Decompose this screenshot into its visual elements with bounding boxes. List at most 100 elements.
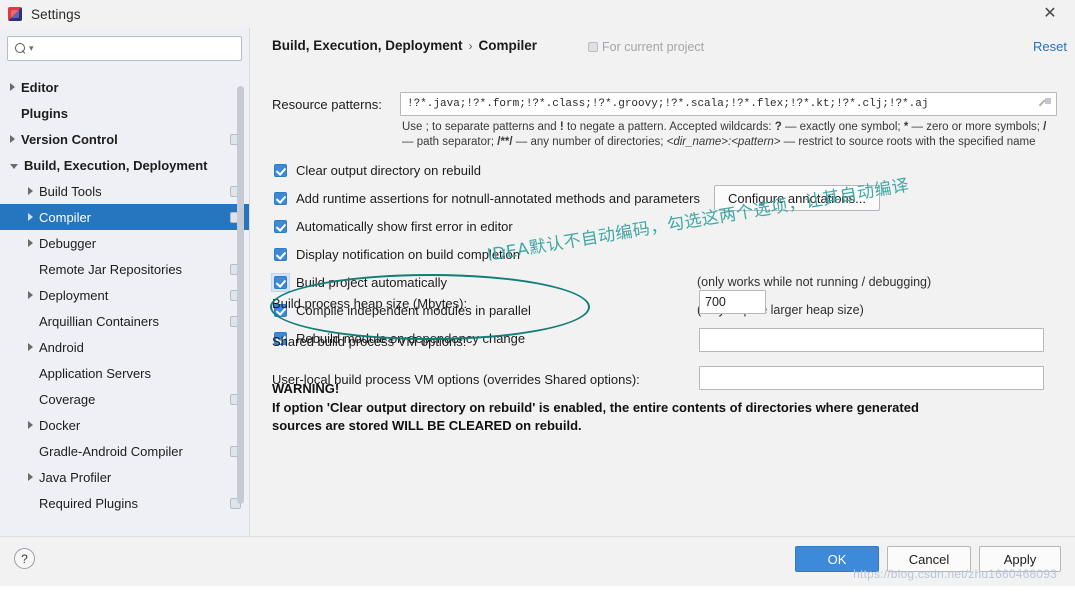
sidebar-scrollbar[interactable] [237,86,244,504]
settings-sidebar: ▾ Editor Plugins Version Control Build, Exe… [0,28,250,536]
chevron-right-icon[interactable] [28,343,33,351]
hint-seg-5: more symbols; [965,121,1044,133]
sidebar-item-label: Deployment [39,287,109,303]
hint-question: ? [774,121,782,133]
checkbox-checked-icon[interactable] [274,163,287,177]
sidebar-item-android[interactable]: Android [0,334,249,360]
breadcrumb-current: Compiler [478,38,538,53]
sidebar-item-label: Android [39,339,84,355]
expand-field-icon[interactable] [1036,93,1056,115]
sidebar-item-gradle-android-compiler[interactable]: Gradle-Android Compiler [0,438,249,464]
sidebar-item-compiler[interactable]: Compiler [0,204,249,230]
sidebar-item-label: Required Plugins [39,495,139,511]
breadcrumb-parent[interactable]: Build, Execution, Deployment [272,38,463,53]
chevron-right-icon[interactable] [28,239,33,247]
sidebar-item-plugins[interactable]: Plugins [0,100,249,126]
sidebar-item-label: Version Control [21,131,118,147]
hint-globstar: /**/ [497,136,513,148]
checkbox-wrapper [272,218,289,235]
resource-patterns-hint: Use ; to separate patterns and ! to nega… [402,120,1057,150]
sidebar-item-docker[interactable]: Docker [0,412,249,438]
chevron-down-icon[interactable] [10,163,18,169]
hint-seg-3: — exactly one symbol; [781,121,904,133]
checkbox-row-display-notification-on-build[interactable]: Display notification on build completion [272,240,1062,268]
checkbox-label: Automatically show first error in editor [296,218,513,234]
help-icon[interactable]: ? [14,548,35,569]
ok-button[interactable]: OK [795,546,879,572]
hint-seg-8: — restrict to [780,136,846,148]
breadcrumb-separator-icon: › [468,38,473,53]
checkbox-label: Clear output directory on rebuild [296,162,481,178]
field-row-build-process-heap-size: Build process heap size (Mbytes): [272,284,1062,322]
search-wrapper: ▾ [0,28,249,67]
hint-seg-4: — zero or [908,121,963,133]
field-label: Build process heap size (Mbytes): [272,295,468,311]
hint-seg-1: Use ; to separate patterns and [402,121,560,133]
sidebar-item-label: Compiler [39,209,92,225]
checkbox-label: Display notification on build completion [296,246,521,262]
sidebar-item-label: Gradle-Android Compiler [39,443,183,459]
sidebar-item-coverage[interactable]: Coverage [0,386,249,412]
breadcrumb: Build, Execution, Deployment › Compiler [272,38,537,53]
warning-line-2: sources are stored WILL BE CLEARED on re… [272,418,582,433]
settings-tree: Editor Plugins Version Control Build, Execu… [0,74,249,536]
chevron-right-icon[interactable] [28,187,33,195]
sidebar-item-editor[interactable]: Editor [0,74,249,100]
chevron-right-icon[interactable] [28,421,33,429]
search-input[interactable] [33,41,241,56]
hint-seg-6: — path separator; [402,136,498,148]
checkbox-wrapper [272,162,289,179]
warning-line-1: If option 'Clear output directory on reb… [272,399,919,415]
chevron-right-icon[interactable] [28,473,33,481]
close-icon[interactable]: ✕ [1039,3,1061,25]
sidebar-item-version-control[interactable]: Version Control [0,126,249,152]
sidebar-item-application-servers[interactable]: Application Servers [0,360,249,386]
sidebar-item-label: Java Profiler [39,469,112,485]
sidebar-item-java-profiler[interactable]: Java Profiler [0,464,249,490]
search-icon [15,42,28,55]
sidebar-item-label: Arquillian Containers [39,313,159,329]
hint-seg-2: to negate a pattern. Accepted wildcards: [563,121,775,133]
window-title: Settings [31,6,81,22]
title-bar: Settings ✕ [0,0,1075,28]
sidebar-item-build-execution-deployment[interactable]: Build, Execution, Deployment [0,152,249,178]
field-input-build-process-heap-size[interactable] [699,290,766,314]
scope-label: For current project [602,40,705,54]
apply-button[interactable]: Apply [979,546,1061,572]
checkbox-checked-icon[interactable] [274,191,287,205]
field-input-shared-build-process-vm[interactable] [699,328,1044,352]
checkbox-checked-icon[interactable] [274,247,287,261]
checkbox-row-add-runtime-assertions-for[interactable]: Add runtime assertions for notnull-annot… [272,184,1062,212]
dialog-footer: ? OK Cancel Apply https://blog.csdn.net/… [0,536,1075,586]
hint-seg-7: — any number of directories; [512,136,667,148]
sidebar-item-arquillian-containers[interactable]: Arquillian Containers [0,308,249,334]
checkbox-wrapper [272,246,289,263]
checkbox-row-clear-output-directory-on[interactable]: Clear output directory on rebuild [272,156,1062,184]
chevron-right-icon[interactable] [10,83,15,91]
cancel-button[interactable]: Cancel [887,546,971,572]
sidebar-item-remote-jar-repositories[interactable]: Remote Jar Repositories [0,256,249,282]
sidebar-item-debugger[interactable]: Debugger [0,230,249,256]
configure-annotations-button[interactable]: Configure annotations... [713,185,880,211]
chevron-right-icon[interactable] [28,291,33,299]
checkbox-row-automatically-show-first-error[interactable]: Automatically show first error in editor [272,212,1062,240]
search-box[interactable]: ▾ [7,36,242,61]
sidebar-item-label: Build Tools [39,183,102,199]
sidebar-item-deployment[interactable]: Deployment [0,282,249,308]
reset-link[interactable]: Reset [1033,39,1067,54]
field-label: Shared build process VM options: [272,333,467,349]
sidebar-item-required-plugins[interactable]: Required Plugins [0,490,249,516]
sidebar-item-label: Application Servers [39,365,151,381]
chevron-right-icon[interactable] [28,213,33,221]
sidebar-item-build-tools[interactable]: Build Tools [0,178,249,204]
checkbox-checked-icon[interactable] [274,219,287,233]
warning-block: WARNING! If option 'Clear output directo… [272,380,1052,436]
sidebar-item-label: Remote Jar Repositories [39,261,183,277]
field-row-shared-build-process-vm: Shared build process VM options: [272,322,1062,360]
chevron-right-icon[interactable] [10,135,15,143]
hint-slash: / [1043,121,1047,133]
resource-patterns-input[interactable] [401,93,1036,115]
scope-indicator: For current project [588,40,704,54]
compiler-settings-pane: Build, Execution, Deployment › Compiler … [250,28,1075,536]
resource-patterns-field[interactable] [400,92,1057,116]
